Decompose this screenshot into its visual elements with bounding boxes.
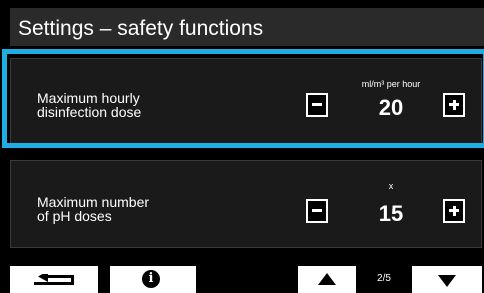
setting-row-max-hourly-disinfection-dose[interactable]: Maximum hourly disinfection dose ml/m³ p… [10, 58, 482, 146]
setting-value: 20 [378, 95, 404, 120]
info-icon: i [142, 270, 160, 288]
back-button[interactable] [10, 266, 98, 293]
setting-label-line1: Maximum number [37, 194, 150, 210]
setting-label: Maximum hourly disinfection dose [37, 91, 141, 119]
decrease-button[interactable] [306, 93, 328, 117]
decrease-button[interactable] [306, 199, 328, 223]
setting-row-max-ph-doses[interactable]: Maximum number of pH doses x 15 [10, 160, 482, 248]
device-screen: Settings – safety functions Maximum hour… [0, 0, 484, 293]
page-down-button[interactable] [412, 266, 482, 293]
unit-label: x [388, 181, 394, 191]
setting-value: 15 [378, 201, 404, 226]
setting-label: Maximum number of pH doses [37, 195, 149, 223]
page-up-button[interactable] [298, 266, 356, 293]
arrow-up-icon [318, 273, 336, 285]
increase-button[interactable] [443, 93, 465, 117]
page-indicator: 2/5 [358, 266, 410, 293]
setting-label-line2: disinfection dose [37, 104, 142, 120]
setting-label-line1: Maximum hourly [37, 90, 140, 106]
arrow-down-icon [438, 275, 456, 287]
unit-label: ml/m³ per hour [361, 79, 421, 89]
page-indicator-text: 2/5 [377, 273, 391, 284]
back-arrow-icon [34, 274, 74, 285]
title-bar: Settings – safety functions [10, 8, 484, 46]
info-button[interactable]: i [110, 266, 196, 293]
increase-button[interactable] [443, 199, 465, 223]
page-title: Settings – safety functions [18, 17, 264, 40]
setting-label-line2: of pH doses [37, 208, 112, 224]
